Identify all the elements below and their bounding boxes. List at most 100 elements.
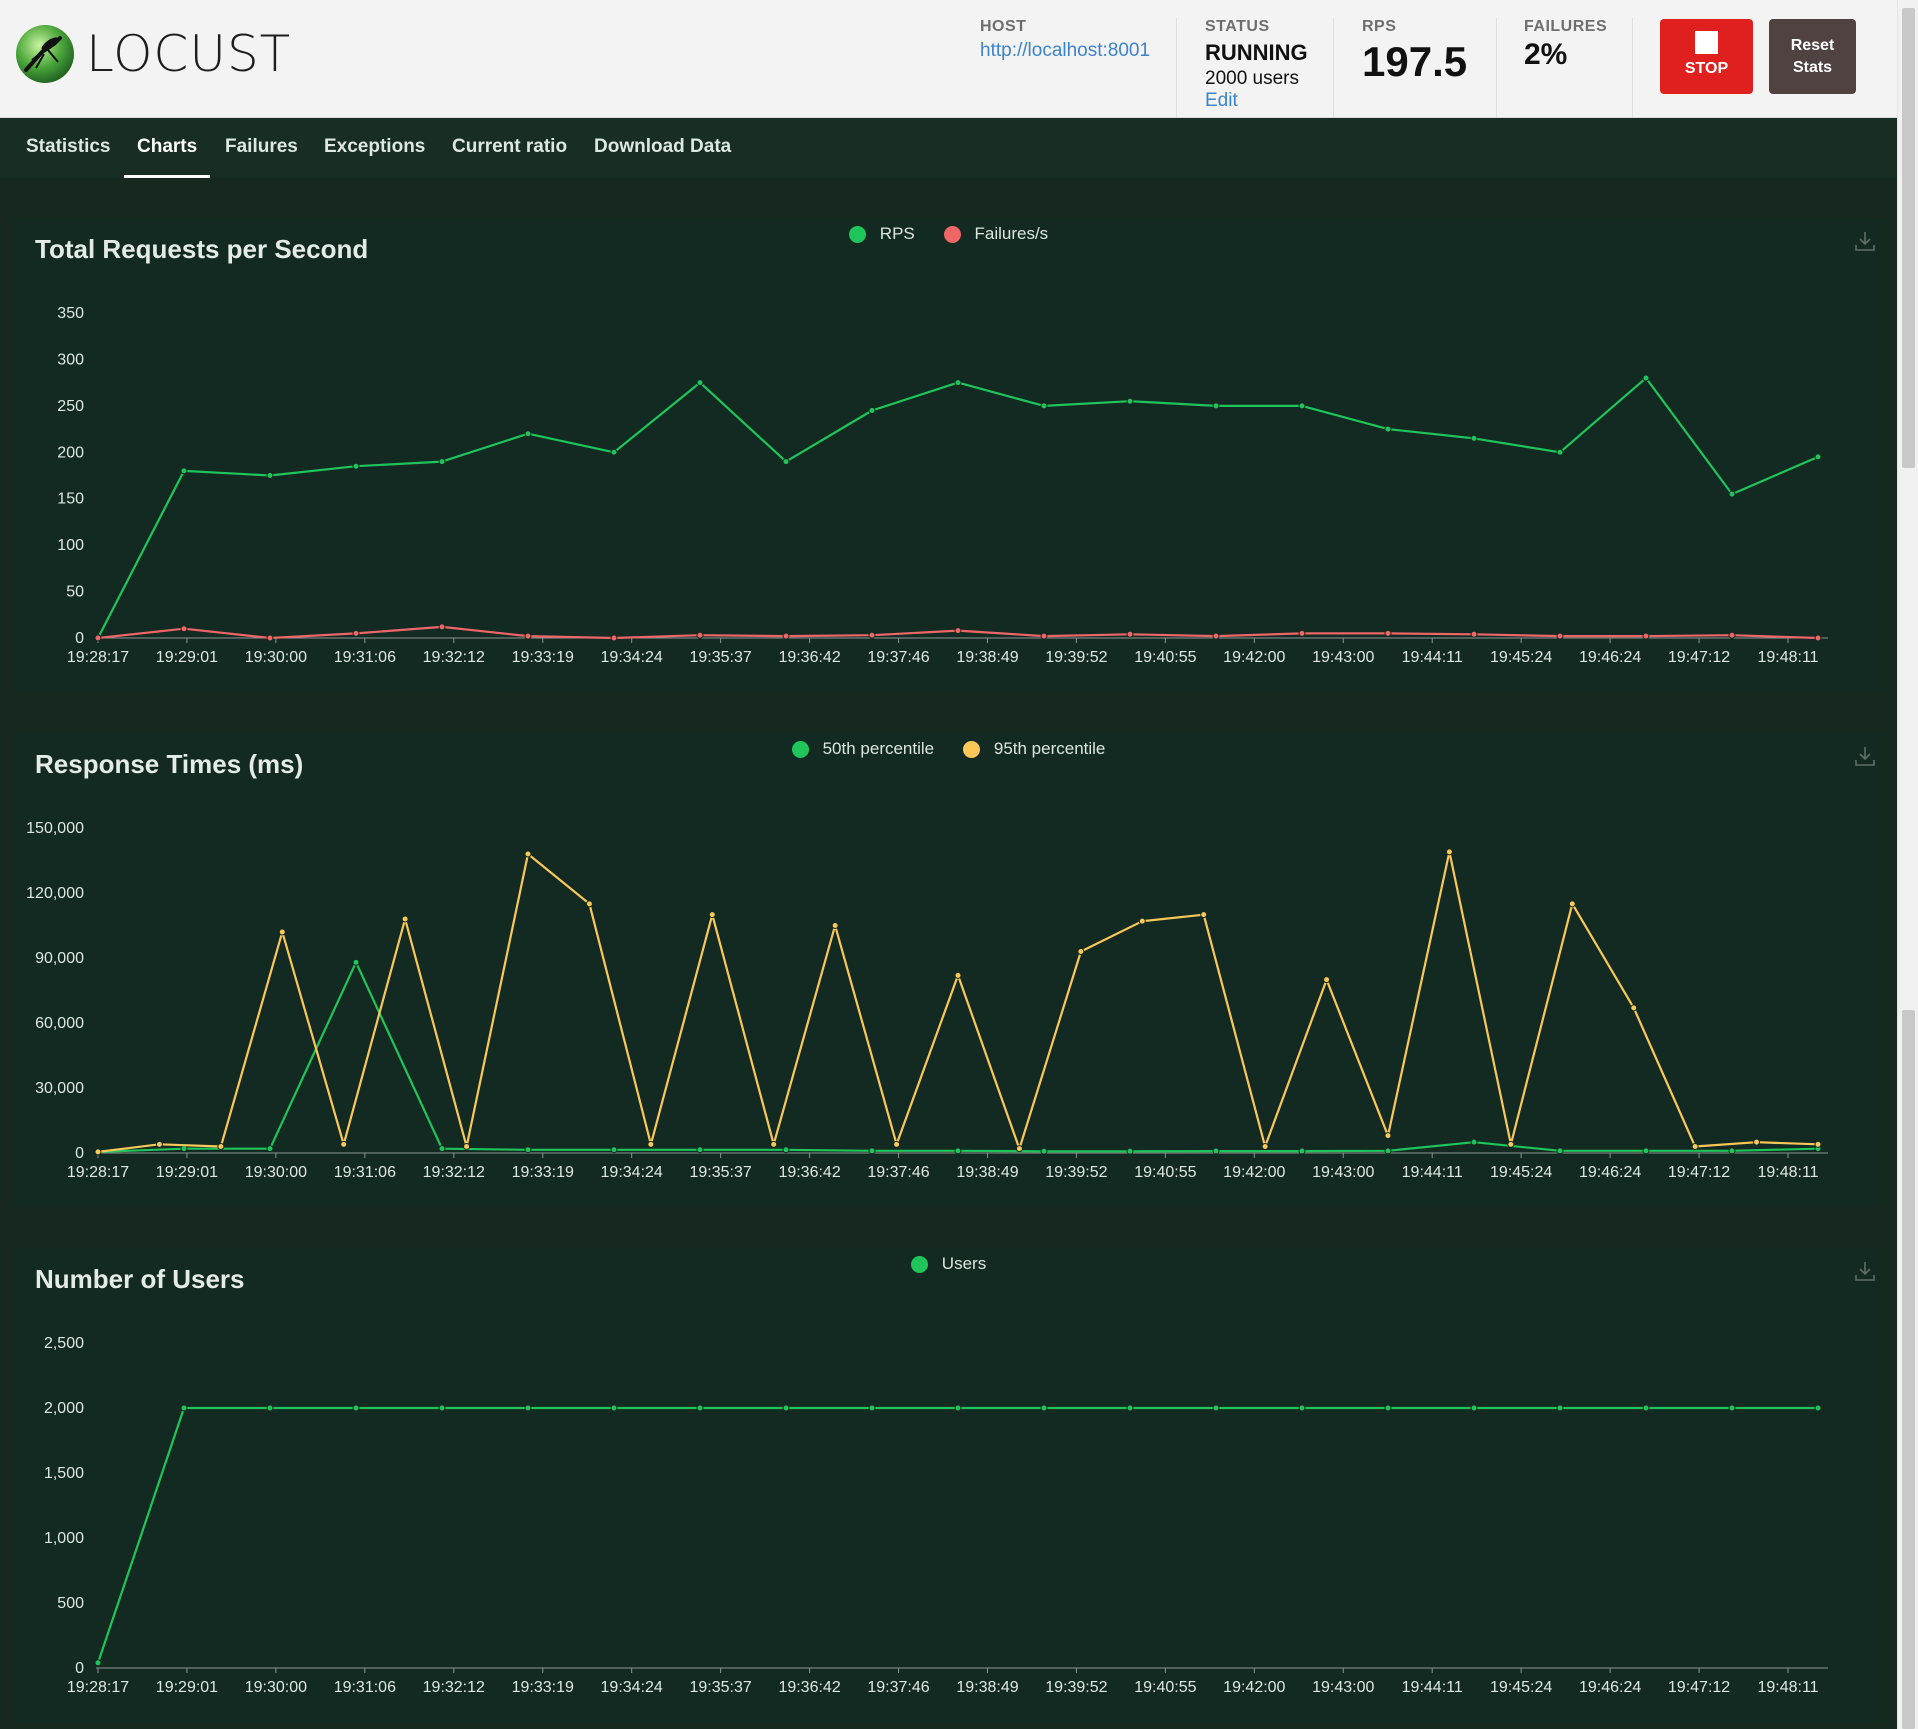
data-point[interactable] — [954, 971, 962, 979]
data-point[interactable] — [954, 1404, 962, 1412]
data-point[interactable] — [610, 1146, 618, 1154]
data-point[interactable] — [1298, 402, 1306, 410]
data-point[interactable] — [1298, 629, 1306, 637]
data-point[interactable] — [696, 1146, 704, 1154]
data-point[interactable] — [401, 915, 409, 923]
legend-item-rps[interactable]: RPS — [848, 224, 915, 244]
data-point[interactable] — [1384, 425, 1392, 433]
tab-statistics[interactable]: Statistics — [26, 118, 110, 178]
legend-item-users[interactable]: Users — [910, 1254, 986, 1274]
data-point[interactable] — [610, 448, 618, 456]
data-point[interactable] — [696, 379, 704, 387]
data-point[interactable] — [1814, 453, 1822, 461]
data-point[interactable] — [1753, 1138, 1761, 1146]
scrollbar-thumb[interactable] — [1902, 8, 1915, 468]
tab-charts[interactable]: Charts — [124, 118, 211, 178]
data-point[interactable] — [94, 1148, 102, 1156]
data-point[interactable] — [1040, 1404, 1048, 1412]
data-point[interactable] — [1630, 1004, 1638, 1012]
data-point[interactable] — [782, 632, 790, 640]
data-point[interactable] — [352, 629, 360, 637]
tab-exceptions[interactable]: Exceptions — [324, 118, 425, 178]
data-point[interactable] — [1556, 448, 1564, 456]
data-point[interactable] — [180, 1404, 188, 1412]
data-point[interactable] — [266, 1145, 274, 1153]
data-point[interactable] — [1212, 1147, 1220, 1155]
data-point[interactable] — [1261, 1143, 1269, 1150]
data-point[interactable] — [1728, 490, 1736, 498]
data-point[interactable] — [1126, 1404, 1134, 1412]
data-point[interactable] — [585, 900, 593, 908]
data-point[interactable] — [1077, 948, 1085, 955]
data-point[interactable] — [831, 922, 839, 929]
data-point[interactable] — [1556, 1147, 1564, 1155]
data-point[interactable] — [94, 1659, 102, 1667]
data-point[interactable] — [266, 634, 274, 642]
data-point[interactable] — [1138, 917, 1146, 925]
data-point[interactable] — [1568, 900, 1576, 908]
page-scrollbar[interactable] — [1897, 0, 1918, 1729]
data-point[interactable] — [868, 631, 876, 639]
data-point[interactable] — [696, 631, 704, 639]
data-point[interactable] — [1200, 911, 1208, 919]
data-point[interactable] — [782, 1146, 790, 1154]
data-point[interactable] — [610, 634, 618, 642]
locust-logo[interactable]: LOCUST — [14, 22, 291, 86]
stop-button[interactable]: STOP — [1660, 19, 1753, 94]
data-point[interactable] — [1015, 1145, 1023, 1153]
data-point[interactable] — [1814, 1140, 1822, 1148]
data-point[interactable] — [868, 1404, 876, 1412]
data-point[interactable] — [524, 1146, 532, 1154]
data-point[interactable] — [1814, 1404, 1822, 1412]
data-point[interactable] — [438, 623, 446, 631]
data-point[interactable] — [954, 627, 962, 635]
data-point[interactable] — [1642, 1147, 1650, 1155]
data-point[interactable] — [1470, 434, 1478, 442]
data-point[interactable] — [180, 1145, 188, 1153]
data-point[interactable] — [352, 462, 360, 470]
data-point[interactable] — [1298, 1404, 1306, 1412]
data-point[interactable] — [1126, 397, 1134, 405]
edit-users-link[interactable]: Edit — [1205, 90, 1308, 112]
data-point[interactable] — [1814, 634, 1822, 642]
data-point[interactable] — [180, 467, 188, 475]
reset-stats-button[interactable]: Reset Stats — [1769, 19, 1856, 94]
data-point[interactable] — [1556, 1404, 1564, 1412]
data-point[interactable] — [782, 1404, 790, 1412]
data-point[interactable] — [180, 625, 188, 633]
data-point[interactable] — [463, 1143, 471, 1150]
data-point[interactable] — [1642, 632, 1650, 640]
data-point[interactable] — [1728, 631, 1736, 639]
data-point[interactable] — [647, 1140, 655, 1148]
data-point[interactable] — [1040, 402, 1048, 410]
tab-failures[interactable]: Failures — [225, 118, 298, 178]
data-point[interactable] — [1642, 374, 1650, 382]
data-point[interactable] — [1691, 1143, 1699, 1150]
data-point[interactable] — [524, 1404, 532, 1412]
download-icon[interactable] — [1854, 745, 1876, 767]
data-point[interactable] — [708, 911, 716, 919]
tab-download-data[interactable]: Download Data — [594, 118, 731, 178]
download-icon[interactable] — [1854, 1260, 1876, 1282]
data-point[interactable] — [1126, 630, 1134, 638]
data-point[interactable] — [1040, 1147, 1048, 1155]
data-point[interactable] — [696, 1404, 704, 1412]
data-point[interactable] — [524, 632, 532, 640]
data-point[interactable] — [1384, 1132, 1392, 1140]
data-point[interactable] — [770, 1140, 778, 1148]
data-point[interactable] — [524, 850, 532, 858]
data-point[interactable] — [438, 1145, 446, 1153]
legend-item-p50[interactable]: 50th percentile — [791, 739, 934, 759]
data-point[interactable] — [1728, 1147, 1736, 1155]
data-point[interactable] — [1556, 632, 1564, 640]
data-point[interactable] — [340, 1140, 348, 1148]
data-point[interactable] — [868, 407, 876, 414]
legend-item-failures[interactable]: Failures/s — [943, 224, 1048, 244]
data-point[interactable] — [782, 458, 790, 466]
download-icon[interactable] — [1854, 230, 1876, 252]
data-point[interactable] — [1040, 632, 1048, 640]
data-point[interactable] — [1445, 848, 1453, 856]
data-point[interactable] — [438, 458, 446, 466]
data-point[interactable] — [1212, 1404, 1220, 1412]
data-point[interactable] — [1212, 632, 1220, 640]
